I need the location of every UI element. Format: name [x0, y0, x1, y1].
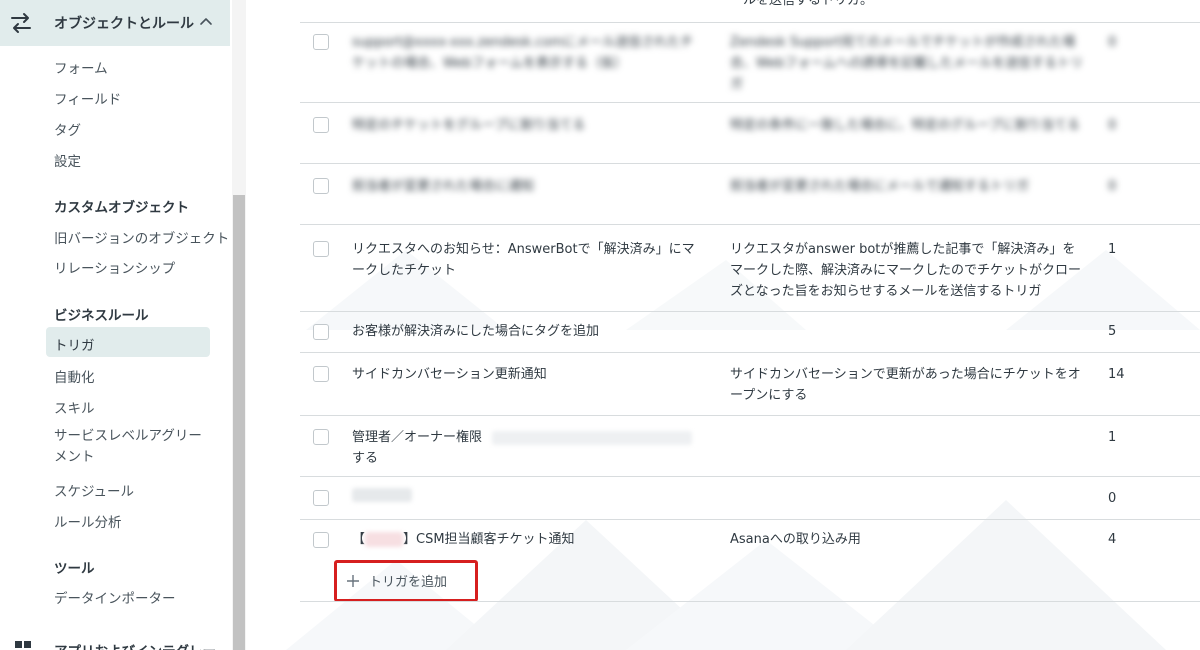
table-row[interactable]: 担当者が変更された場合に通知 担当者が変更された場合にメールで通知するトリガ 0	[300, 164, 1200, 225]
row-checkbox[interactable]	[313, 429, 329, 445]
sidebar-item-rule-analysis[interactable]: ルール分析	[54, 511, 122, 531]
sidebar-item-data-importer[interactable]: データインポーター	[54, 587, 176, 607]
sidebar-item-relationships[interactable]: リレーションシップ	[54, 257, 175, 277]
redacted-text	[365, 532, 404, 547]
redacted-text	[352, 488, 412, 502]
sidebar-section-business-rules: ビジネスルール	[54, 308, 149, 324]
table-row[interactable]: 特定のチケットをグループに割り当てる 特定の条件に一致した場合に、特定のグループ…	[300, 103, 1200, 164]
table-row[interactable]: 0	[300, 477, 1200, 520]
trigger-description: 特定の条件に一致した場合に、特定のグループに割り当てる	[730, 118, 1080, 133]
table-row[interactable]: お客様が解決済みにした場合にタグを追加 5	[300, 312, 1200, 353]
row-checkbox[interactable]	[313, 34, 329, 50]
add-trigger-highlight: トリガを追加	[334, 560, 478, 602]
trigger-name[interactable]	[352, 488, 702, 509]
table-row[interactable]: リクエスタへのお知らせ：AnswerBotで「解決済み」にマークしたチケット リ…	[300, 225, 1200, 312]
trigger-usage-count: 4	[1108, 532, 1117, 547]
trigger-name[interactable]: サイドカンバセーション更新通知	[352, 364, 702, 385]
sidebar-section-custom-objects: カスタムオブジェクト	[54, 200, 189, 216]
table-row[interactable]: support@xxxx-xxx.zendesk.comにメール送信されたチケッ…	[300, 22, 1200, 103]
add-trigger-label: トリガを追加	[369, 575, 448, 590]
trigger-name[interactable]: 管理者／オーナー権限 する	[352, 427, 702, 469]
trigger-name-suffix: する	[352, 451, 379, 466]
table-row[interactable]: サイドカンバセーション更新通知 サイドカンバセーションで更新があった場合にチケッ…	[300, 353, 1200, 416]
row-checkbox[interactable]	[313, 117, 329, 133]
sidebar-item-schedules[interactable]: スケジュール	[54, 480, 134, 500]
apps-icon	[15, 641, 31, 648]
row-checkbox[interactable]	[313, 241, 329, 257]
trigger-name-rest: 】CSM担当顧客チケット通知	[403, 532, 575, 547]
sidebar-item-triggers[interactable]: トリガ	[54, 334, 95, 354]
trigger-description: Asanaへの取り込み用	[730, 532, 861, 547]
sidebar-item-settings[interactable]: 設定	[54, 150, 81, 170]
sidebar-item-fields[interactable]: フィールド	[54, 88, 121, 108]
triggers-table-area: ールを送信するトリガ。 support@xxxx-xxx.zendesk.com…	[246, 0, 1200, 650]
sidebar: オブジェクトとルール フォーム フィールド タグ 設定 カスタムオブジェクト 旧…	[0, 0, 232, 650]
trigger-name[interactable]: support@xxxx-xxx.zendesk.comにメール送信されたチケッ…	[352, 32, 702, 74]
redacted-text	[492, 430, 693, 445]
rules-icon	[11, 13, 31, 33]
trigger-usage-count: 1	[1108, 242, 1117, 257]
row-checkbox[interactable]	[313, 178, 329, 194]
trigger-usage-count: 0	[1108, 179, 1117, 194]
trigger-name[interactable]: 【 】CSM担当顧客チケット通知	[352, 529, 702, 550]
trigger-description: 担当者が変更された場合にメールで通知するトリガ	[730, 179, 1030, 194]
chevron-up-icon[interactable]	[198, 14, 214, 30]
table-row[interactable]: 【 】CSM担当顧客チケット通知 Asanaへの取り込み用 4	[300, 520, 1200, 560]
trigger-usage-count: 0	[1108, 35, 1117, 50]
trigger-name[interactable]: リクエスタへのお知らせ：AnswerBotで「解決済み」にマークしたチケット	[352, 239, 702, 281]
add-trigger-button[interactable]: トリガを追加	[347, 571, 447, 590]
plus-icon	[347, 574, 359, 587]
trigger-usage-count: 1	[1108, 430, 1117, 445]
row-checkbox[interactable]	[313, 490, 329, 506]
row-checkbox[interactable]	[313, 532, 329, 548]
sidebar-item-tags[interactable]: タグ	[54, 119, 81, 139]
sidebar-scrollbar-thumb[interactable]	[233, 195, 245, 650]
sidebar-section-objects-and-rules[interactable]: オブジェクトとルール	[0, 0, 230, 46]
trigger-usage-count: 5	[1108, 324, 1117, 339]
table-row[interactable]: 管理者／オーナー権限 する 1	[300, 416, 1200, 477]
trigger-usage-count: 0	[1108, 491, 1117, 506]
row-checkbox[interactable]	[313, 366, 329, 382]
table-bottom-border	[300, 601, 1200, 602]
sidebar-item-skills[interactable]: スキル	[54, 397, 95, 417]
trigger-name[interactable]: 担当者が変更された場合に通知	[352, 176, 702, 197]
trigger-name[interactable]: お客様が解決済みにした場合にタグを追加	[352, 321, 702, 342]
trigger-description: サイドカンバセーションで更新があった場合にチケットをオープンにする	[730, 367, 1081, 403]
trigger-description: リクエスタがanswer botが推薦した記事で「解決済み」をマークした際、解決…	[730, 242, 1082, 299]
trigger-name-prefix: 管理者／オーナー権限	[352, 430, 483, 445]
trigger-name-open-bracket: 【	[352, 532, 366, 547]
sidebar-section-apps[interactable]: アプリおよびインテグレー	[54, 640, 216, 650]
sidebar-section-tools: ツール	[54, 561, 95, 577]
sidebar-header-label: オブジェクトとルール	[54, 16, 194, 32]
trigger-description: Zendesk Support宛てのメールでチケットが作成された場合、Webフォ…	[730, 35, 1083, 92]
trigger-name[interactable]: 特定のチケットをグループに割り当てる	[352, 115, 702, 136]
trigger-usage-count: 0	[1108, 118, 1117, 133]
row-checkbox[interactable]	[313, 324, 329, 340]
trigger-usage-count: 14	[1108, 367, 1125, 382]
sidebar-item-automations[interactable]: 自動化	[54, 366, 95, 386]
table-row-partial	[300, 0, 1200, 23]
sidebar-item-forms[interactable]: フォーム	[54, 57, 108, 77]
sidebar-item-legacy-objects[interactable]: 旧バージョンのオブジェクト	[54, 227, 229, 247]
sidebar-item-sla[interactable]: サービスレベルアグリーメント	[54, 426, 214, 468]
